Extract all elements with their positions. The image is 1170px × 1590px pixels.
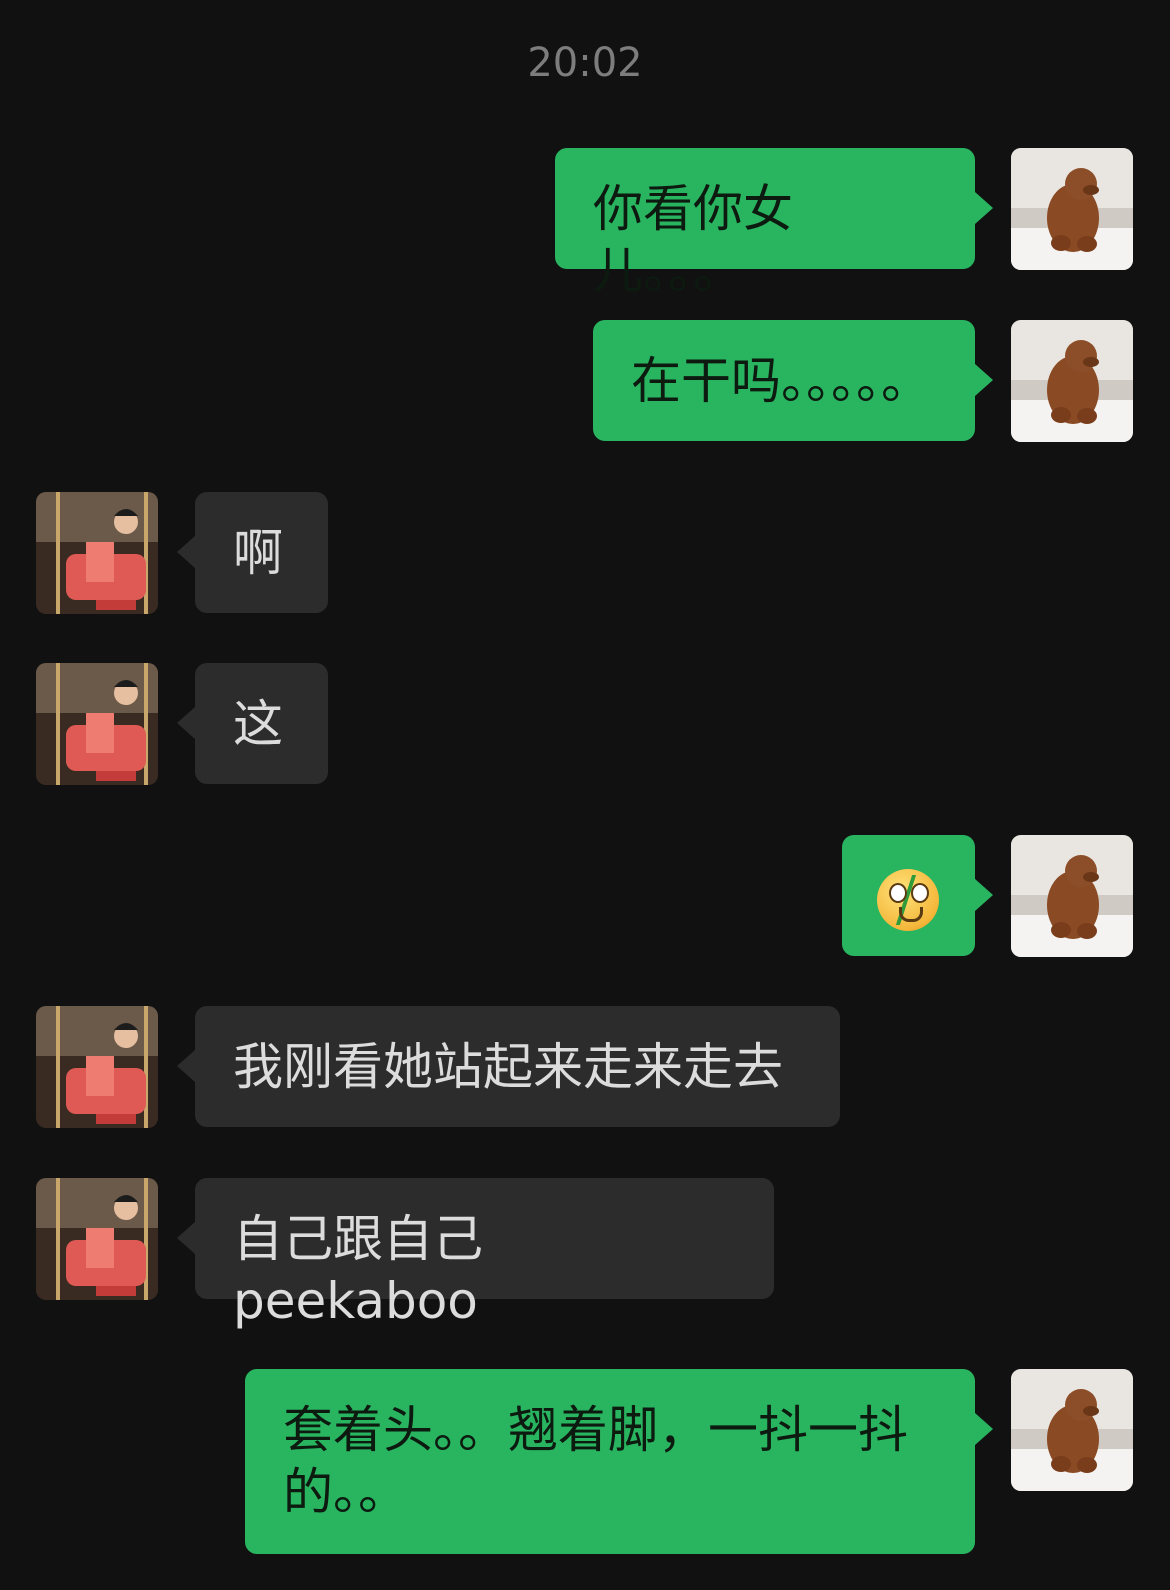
bear-avatar-icon [1011, 148, 1133, 270]
message-row: 这 [0, 663, 1170, 785]
message-bubble[interactable]: 这 [177, 663, 328, 784]
message-bubble[interactable]: 我刚看她站起来走来走去 [177, 1006, 840, 1127]
message-bubble[interactable]: 在干吗。。。。。 [593, 320, 993, 441]
woman-avatar-icon [36, 663, 158, 785]
message-row [0, 835, 1170, 957]
message-row: 在干吗。。。。。 [0, 320, 1170, 442]
message-row: 我刚看她站起来走来走去 [0, 1006, 1170, 1128]
chat-timestamp: 20:02 [527, 40, 643, 86]
message-row: 套着头。。翘着脚，一抖一抖的。。 [0, 1369, 1170, 1555]
message-row: 啊 [0, 492, 1170, 614]
message-bubble[interactable]: 你看你女儿。。。 [555, 148, 993, 300]
message-bubble[interactable]: 自己跟自己 peekaboo [177, 1178, 774, 1330]
contact-avatar[interactable] [36, 492, 158, 614]
message-text: 你看你女儿。。。 [593, 180, 793, 300]
message-row: 你看你女儿。。。 [0, 148, 1170, 300]
bear-avatar-icon [1011, 835, 1133, 957]
woman-avatar-icon [36, 1178, 158, 1300]
shaking-face-emoji-icon [877, 868, 939, 931]
bear-avatar-icon [1011, 1369, 1133, 1491]
my-avatar[interactable] [1011, 835, 1133, 957]
message-text: 这 [233, 695, 283, 753]
bear-avatar-icon [1011, 320, 1133, 442]
woman-avatar-icon [36, 1006, 158, 1128]
contact-avatar[interactable] [36, 1006, 158, 1128]
message-row: 自己跟自己 peekaboo [0, 1178, 1170, 1330]
message-text: 套着头。。翘着脚，一抖一抖的。。 [283, 1401, 908, 1521]
my-avatar[interactable] [1011, 1369, 1133, 1491]
message-bubble[interactable]: 套着头。。翘着脚，一抖一抖的。。 [245, 1369, 993, 1554]
message-text: 啊 [233, 524, 283, 582]
my-avatar[interactable] [1011, 148, 1133, 270]
message-text: 自己跟自己 peekaboo [233, 1210, 483, 1330]
contact-avatar[interactable] [36, 1178, 158, 1300]
message-bubble[interactable]: 啊 [177, 492, 328, 613]
my-avatar[interactable] [1011, 320, 1133, 442]
message-text: 在干吗。。。。。 [631, 352, 931, 410]
contact-avatar[interactable] [36, 663, 158, 785]
message-bubble[interactable] [842, 835, 993, 956]
woman-avatar-icon [36, 492, 158, 614]
message-text: 我刚看她站起来走来走去 [233, 1038, 783, 1096]
